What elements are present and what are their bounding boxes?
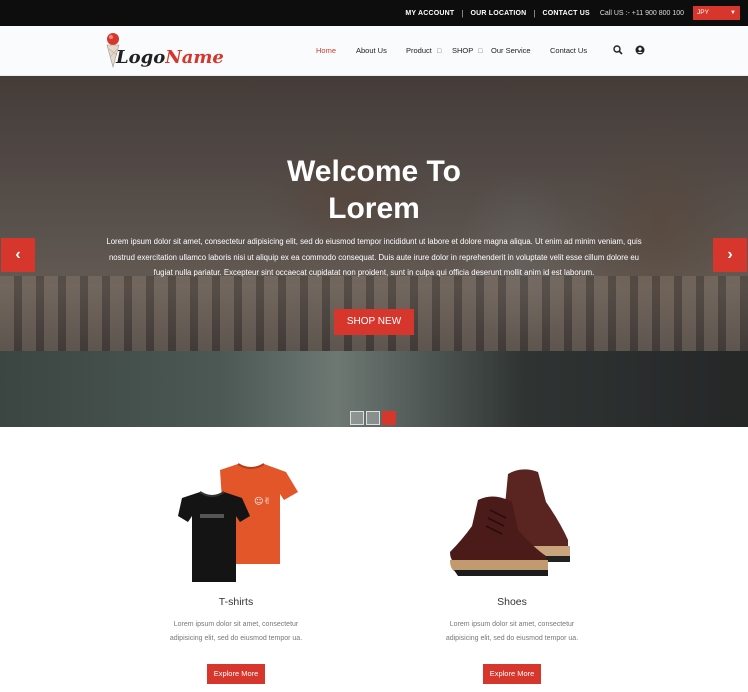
dropdown-icon: □: [436, 48, 442, 55]
shoes-image: [450, 469, 570, 576]
hero-title-line-2: Lorem: [328, 192, 420, 225]
product-card-tshirts: ☺✌ T-shirts Lorem ipsum dolor sit amet, …: [136, 450, 336, 690]
next-slide-button[interactable]: ›: [713, 238, 747, 272]
slide-indicator-2[interactable]: [366, 411, 380, 425]
shop-new-button[interactable]: SHOP NEW: [334, 309, 414, 335]
hero-title-line-1: Welcome To: [287, 155, 461, 188]
slider-indicators: [350, 411, 396, 425]
chevron-left-icon: ‹: [15, 246, 21, 263]
logo[interactable]: LogoName: [104, 31, 224, 73]
prev-slide-button[interactable]: ‹: [1, 238, 35, 272]
phone-number: Call US :- +11 900 800 100: [599, 9, 684, 17]
chevron-right-icon: ›: [727, 246, 733, 263]
product-title: T-shirts: [218, 596, 254, 608]
svg-text:☺✌: ☺✌: [254, 496, 271, 507]
search-icon[interactable]: [613, 45, 623, 55]
user-icon[interactable]: [635, 45, 645, 55]
top-bar: MY ACCOUNT | OUR LOCATION | CONTACT US C…: [0, 0, 748, 26]
nav-contact[interactable]: Contact Us: [550, 26, 587, 76]
slide-indicator-1[interactable]: [350, 411, 364, 425]
my-account-link[interactable]: MY ACCOUNT: [405, 10, 454, 17]
nav-shop[interactable]: SHOP □: [452, 26, 482, 76]
hero-description: Lorem ipsum dolor sit amet, consectetur …: [106, 237, 642, 277]
site-header: LogoName Home About Us Product □ SHOP □ …: [0, 26, 748, 76]
product-description: Lorem ipsum dolor sit amet, consectetur …: [445, 621, 579, 642]
hero-slider: Welcome To Lorem Lorem ipsum dolor sit a…: [0, 76, 748, 427]
nav-product-label: Product: [406, 46, 432, 55]
product-card-shoes: Shoes Lorem ipsum dolor sit amet, consec…: [412, 450, 612, 690]
logo-text: LogoName: [116, 47, 224, 68]
divider: |: [461, 8, 464, 18]
currency-value: JPY: [697, 9, 709, 16]
logo-text-second: Name: [165, 47, 224, 68]
dropdown-icon: □: [478, 48, 483, 55]
divider: |: [533, 8, 536, 18]
nav-home[interactable]: Home: [316, 26, 336, 76]
explore-more-button[interactable]: Explore More: [483, 664, 541, 684]
product-description: Lorem ipsum dolor sit amet, consectetur …: [169, 621, 303, 642]
tshirts-image: ☺✌: [178, 463, 298, 582]
nav-product[interactable]: Product □: [406, 26, 441, 76]
nav-shop-label: SHOP: [452, 46, 474, 55]
product-title: Shoes: [497, 596, 527, 608]
logo-text-first: Logo: [116, 47, 166, 68]
contact-us-link[interactable]: CONTACT US: [543, 10, 590, 17]
currency-select[interactable]: JPY ▼: [693, 6, 740, 20]
slide-indicator-3[interactable]: [382, 411, 396, 425]
caret-down-icon: ▼: [730, 10, 736, 16]
top-links: MY ACCOUNT | OUR LOCATION | CONTACT US C…: [405, 0, 684, 26]
nav-service[interactable]: Our Service: [491, 26, 531, 76]
our-location-link[interactable]: OUR LOCATION: [470, 10, 526, 17]
nav-about[interactable]: About Us: [356, 26, 387, 76]
explore-more-button[interactable]: Explore More: [207, 664, 265, 684]
